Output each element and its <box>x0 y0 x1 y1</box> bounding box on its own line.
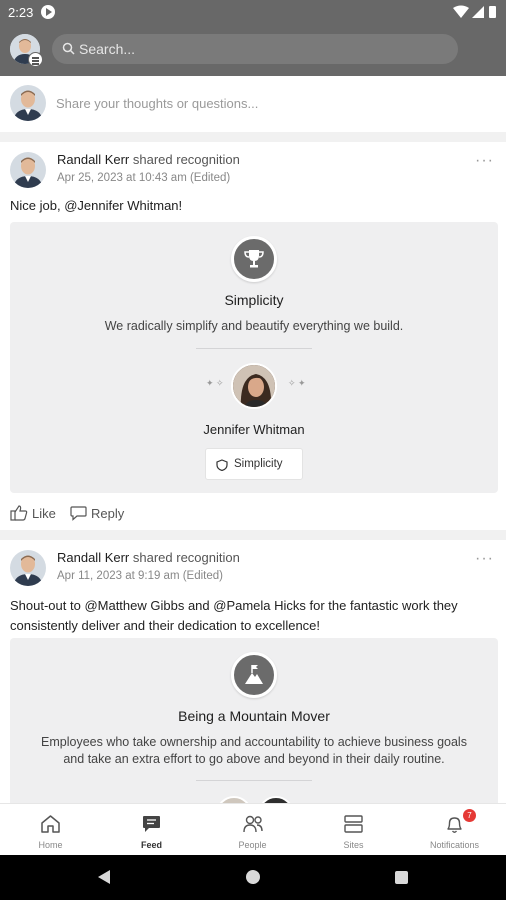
feed-divider <box>0 530 506 540</box>
shield-icon <box>216 459 228 471</box>
recognition-card: Simplicity We radically simplify and bea… <box>10 222 498 493</box>
recent-apps-icon[interactable] <box>395 871 408 884</box>
post-date: Apr 25, 2023 at 10:43 am (Edited) <box>57 172 231 184</box>
card-divider <box>196 348 312 349</box>
nav-sites[interactable]: Sites <box>303 804 404 856</box>
recipient-name[interactable]: Jennifer Whitman <box>10 422 498 437</box>
home-circle-icon[interactable] <box>246 870 260 884</box>
post-body: Shout-out to @Matthew Gibbs and @Pamela … <box>10 598 458 633</box>
recipient-avatar[interactable] <box>231 363 277 409</box>
recognition-title: Being a Mountain Mover <box>178 708 330 724</box>
play-notification-icon <box>41 5 55 19</box>
feed-divider <box>0 132 506 142</box>
feed-post: Randall Kerr shared recognition Apr 25, … <box>0 142 506 530</box>
back-icon[interactable] <box>98 870 110 884</box>
recipient-avatar[interactable] <box>258 796 294 803</box>
sparkle-icon: ✧ ✦ <box>288 378 306 388</box>
menu-icon[interactable] <box>28 52 43 67</box>
sparkle-icon: ✦ ✧ <box>206 378 224 388</box>
status-bar: 2:23 <box>0 0 506 24</box>
speech-bubble-icon <box>70 506 87 521</box>
author-name[interactable]: Randall Kerr <box>57 550 129 565</box>
notification-count-badge: 7 <box>463 809 476 822</box>
mountain-flag-icon <box>231 652 277 698</box>
value-chip-label: Simplicity <box>234 458 283 470</box>
thumbs-up-icon <box>10 505 28 521</box>
people-icon <box>243 815 263 833</box>
card-divider <box>196 780 312 781</box>
search-bar[interactable]: Search... <box>52 34 458 64</box>
app-header: Search... <box>0 24 506 76</box>
author-name[interactable]: Randall Kerr <box>57 152 129 167</box>
author-avatar[interactable] <box>10 550 46 586</box>
composer-avatar <box>10 85 46 121</box>
nav-notifications[interactable]: 7 Notifications <box>404 804 505 856</box>
post-body: Nice job, @Jennifer Whitman! <box>10 198 183 213</box>
bell-icon <box>447 817 462 833</box>
more-options-icon[interactable]: ··· <box>475 152 494 170</box>
nav-home-label: Home <box>38 840 63 850</box>
system-navigation-bar <box>0 855 506 900</box>
nav-feed-label: Feed <box>140 840 162 850</box>
composer-input[interactable]: Share your thoughts or questions... <box>56 96 258 111</box>
sites-icon <box>344 815 363 833</box>
bottom-navigation: Home Feed People Sites 7 Notifications <box>0 803 506 855</box>
recipient-avatar[interactable] <box>216 796 252 803</box>
system-status-icons <box>453 5 496 18</box>
recognition-title: Simplicity <box>224 292 284 308</box>
nav-notifications-label: Notifications <box>429 840 480 850</box>
nav-people-label: People <box>238 840 267 850</box>
home-icon <box>41 815 60 833</box>
more-options-icon[interactable]: ··· <box>475 550 494 568</box>
post-date: Apr 11, 2023 at 9:19 am (Edited) <box>57 570 223 582</box>
search-input[interactable]: Search... <box>79 41 135 57</box>
recognition-card: Being a Mountain Mover Employees who tak… <box>10 638 498 803</box>
post-author-line: Randall Kerr shared recognition <box>57 152 240 167</box>
nav-people[interactable]: People <box>202 804 303 856</box>
nav-home[interactable]: Home <box>0 804 101 856</box>
like-label: Like <box>32 506 56 521</box>
recognition-description: Employees who take ownership and account… <box>41 735 467 766</box>
search-icon <box>62 42 75 55</box>
post-composer[interactable]: Share your thoughts or questions... <box>0 76 506 132</box>
trophy-icon <box>231 236 277 282</box>
recognition-description: We radically simplify and beautify every… <box>104 319 404 333</box>
nav-feed[interactable]: Feed <box>101 804 202 856</box>
author-avatar[interactable] <box>10 152 46 188</box>
post-author-line: Randall Kerr shared recognition <box>57 550 240 565</box>
feed-icon <box>143 816 160 832</box>
feed-post: Randall Kerr shared recognition Apr 11, … <box>0 540 506 803</box>
value-chip[interactable]: Simplicity <box>205 448 303 480</box>
status-time: 2:23 <box>8 5 34 20</box>
nav-sites-label: Sites <box>343 840 364 850</box>
post-action: shared recognition <box>132 550 240 565</box>
reply-label: Reply <box>91 506 125 521</box>
post-action: shared recognition <box>132 152 240 167</box>
